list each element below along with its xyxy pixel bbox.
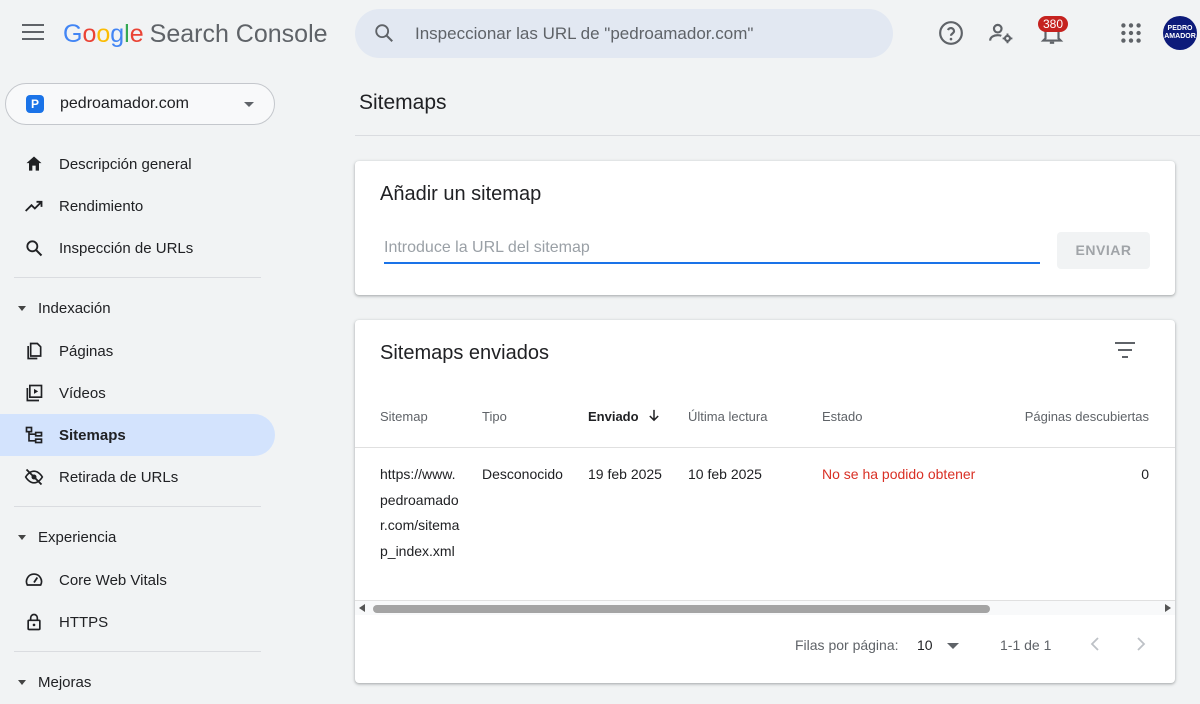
sidebar-item-label: HTTPS (59, 614, 109, 631)
horizontal-scrollbar[interactable] (355, 600, 1175, 615)
sidebar-item-label: Retirada de URLs (59, 469, 179, 486)
header-divider (355, 135, 1200, 136)
product-name: Search Console (149, 20, 328, 48)
eye-off-icon (24, 468, 44, 486)
sitemap-url-input[interactable] (384, 234, 1040, 264)
sitemap-url[interactable]: https://www.pedroamador.com/sitemap_inde… (380, 462, 460, 564)
arrow-down-icon (649, 409, 659, 422)
scroll-left-icon[interactable] (359, 604, 365, 612)
sidebar-item-overview[interactable]: Descripción general (0, 143, 275, 185)
lock-icon (27, 613, 41, 631)
sidebar-item-label: Sitemaps (59, 427, 126, 444)
submitted-date: 19 feb 2025 (588, 466, 662, 482)
property-selector[interactable]: P pedroamador.com (5, 83, 275, 125)
sidebar-divider (14, 277, 261, 278)
filter-icon[interactable] (1114, 342, 1136, 360)
chevron-down-icon (244, 102, 254, 107)
sidebar-item-label: Vídeos (59, 385, 106, 402)
pagination-range: 1-1 de 1 (1000, 637, 1052, 653)
logo-letter: o (96, 20, 111, 48)
section-experience[interactable]: Experiencia (0, 515, 275, 559)
app-logo[interactable]: Google Search Console (63, 20, 328, 49)
logo-letter: g (110, 20, 125, 48)
sidebar-item-core-web-vitals[interactable]: Core Web Vitals (0, 559, 275, 601)
notification-badge: 380 (1038, 16, 1069, 32)
pages-icon (27, 342, 42, 360)
rows-per-page-select[interactable]: 10 (917, 637, 933, 653)
sitemap-icon (25, 426, 43, 444)
sidebar-item-label: Páginas (59, 343, 114, 360)
sidebar-item-videos[interactable]: Vídeos (0, 372, 275, 414)
caret-down-icon (18, 535, 26, 540)
last-read-date: 10 feb 2025 (688, 466, 762, 482)
sidebar-item-label: Inspección de URLs (59, 240, 194, 257)
scroll-right-icon[interactable] (1165, 604, 1171, 612)
logo-letter: o (82, 20, 97, 48)
rows-per-page-label: Filas por página: (795, 637, 899, 653)
column-header-discovered-pages[interactable]: Páginas descubiertas (1025, 409, 1149, 424)
search-icon (375, 24, 393, 42)
caret-down-icon (18, 306, 26, 311)
section-improvements[interactable]: Mejoras (0, 660, 275, 704)
home-icon (26, 156, 42, 171)
card-title: Añadir un sitemap (380, 183, 542, 205)
help-icon[interactable] (938, 20, 964, 46)
chevron-down-icon[interactable] (947, 643, 959, 649)
menu-icon[interactable] (22, 24, 44, 42)
sidebar-item-https[interactable]: HTTPS (0, 601, 275, 643)
column-header-last-read[interactable]: Última lectura (688, 409, 767, 424)
avatar[interactable]: PEDRO AMADOR (1163, 16, 1197, 50)
sidebar-item-url-inspection[interactable]: Inspección de URLs (0, 227, 275, 269)
page-title: Sitemaps (359, 91, 447, 114)
speedometer-icon (25, 573, 43, 586)
video-icon (26, 384, 43, 402)
column-header-label: Enviado (588, 409, 639, 424)
search-input[interactable] (415, 9, 875, 58)
sidebar-item-removals[interactable]: Retirada de URLs (0, 456, 275, 498)
search-icon (26, 240, 43, 257)
scrollbar-thumb[interactable] (373, 605, 990, 613)
chevron-left-icon[interactable] (1088, 635, 1102, 653)
sidebar-item-label: Rendimiento (59, 198, 144, 215)
column-header-type[interactable]: Tipo (482, 409, 507, 424)
logo-letter: G (63, 20, 83, 48)
status-badge: No se ha podido obtener (822, 466, 976, 482)
column-header-submitted[interactable]: Enviado (588, 409, 660, 424)
trending-up-icon (25, 200, 43, 212)
top-bar: GoogleSearch Console 380 PEDRO AMADOR (0, 0, 1200, 70)
sidebar-item-sitemaps[interactable]: Sitemaps (0, 414, 275, 456)
sidebar-divider (14, 506, 261, 507)
sidebar-item-label: Descripción general (59, 156, 192, 173)
sitemap-type: Desconocido (482, 466, 563, 482)
discovered-pages-count: 0 (1141, 466, 1149, 482)
column-header-status[interactable]: Estado (822, 409, 862, 424)
property-name: pedroamador.com (60, 95, 189, 112)
column-header-sitemap[interactable]: Sitemap (380, 409, 428, 424)
url-inspection-search[interactable] (355, 9, 893, 58)
submitted-sitemaps-card: Sitemaps enviados Sitemap Tipo Enviado Ú… (355, 320, 1175, 683)
property-icon: P (26, 95, 44, 113)
table-divider (355, 447, 1175, 448)
user-settings-icon[interactable] (988, 20, 1014, 46)
sidebar-item-pages[interactable]: Páginas (0, 330, 275, 372)
section-title: Experiencia (38, 529, 117, 546)
sidebar-item-performance[interactable]: Rendimiento (0, 185, 275, 227)
add-sitemap-card: Añadir un sitemap ENVIAR (355, 161, 1175, 295)
submit-sitemap-button[interactable]: ENVIAR (1057, 232, 1150, 269)
section-indexing[interactable]: Indexación (0, 286, 275, 330)
apps-grid-icon[interactable] (1118, 20, 1144, 46)
chevron-right-icon[interactable] (1134, 635, 1148, 653)
sidebar-nav: Descripción general Rendimiento Inspecci… (0, 143, 275, 704)
sidebar-divider (14, 651, 261, 652)
section-title: Indexación (38, 300, 111, 317)
sidebar-item-label: Core Web Vitals (59, 572, 167, 589)
card-title: Sitemaps enviados (380, 342, 549, 364)
logo-letter: e (129, 20, 144, 48)
